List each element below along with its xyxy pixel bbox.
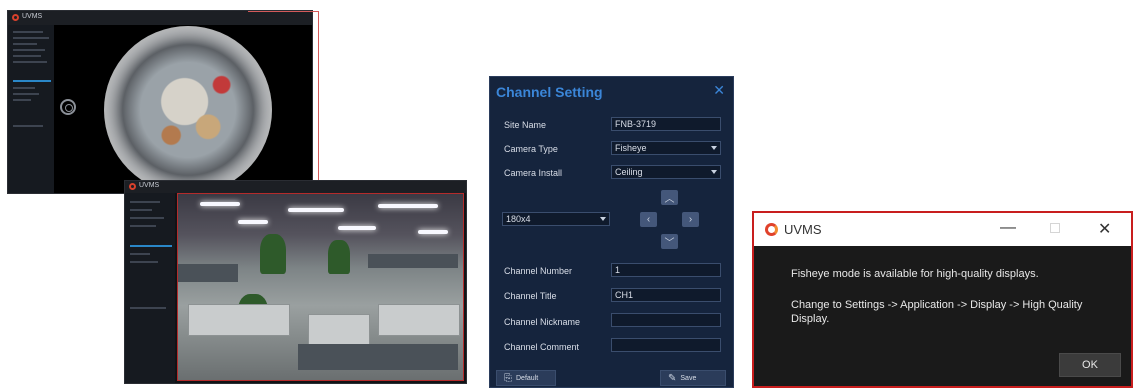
edit-icon: ✎ xyxy=(668,372,677,384)
view-mode-select[interactable]: 180x4 xyxy=(502,212,610,226)
dialog-title: Channel Setting xyxy=(496,84,603,100)
ptz-up-button[interactable]: ︿ xyxy=(661,190,678,205)
dewarped-view-window: UVMS xyxy=(124,180,467,384)
device-tree-sidebar[interactable] xyxy=(8,25,55,193)
device-tree-sidebar[interactable] xyxy=(125,193,175,383)
ok-button[interactable]: OK xyxy=(1059,353,1121,377)
site-name-label: Site Name xyxy=(504,120,547,130)
channel-comment-label: Channel Comment xyxy=(504,342,580,352)
ptz-icon[interactable] xyxy=(60,99,76,115)
dialog-titlebar: UVMS — ✕ xyxy=(754,213,1131,246)
uvms-logo-icon xyxy=(765,223,778,236)
camera-type-select[interactable]: Fisheye xyxy=(611,141,721,155)
maximize-icon xyxy=(1050,223,1060,233)
channel-comment-input[interactable] xyxy=(611,338,721,352)
camera-install-select[interactable]: Ceiling xyxy=(611,165,721,179)
channel-number-input[interactable]: 1 xyxy=(611,263,721,277)
channel-title-input[interactable]: CH1 xyxy=(611,288,721,302)
ptz-down-button[interactable]: ﹀ xyxy=(661,234,678,249)
message-text-line2: Change to Settings -> Application -> Dis… xyxy=(791,299,1083,325)
dialog-app-title: UVMS xyxy=(784,222,822,237)
channel-title-label: Channel Title xyxy=(504,291,557,301)
view-mode-value: 180x4 xyxy=(506,214,531,224)
uvms-logo-icon xyxy=(129,183,136,190)
channel-nickname-label: Channel Nickname xyxy=(504,317,581,327)
chevron-down-icon xyxy=(711,146,717,150)
site-name-input[interactable]: FNB-3719 xyxy=(611,117,721,131)
channel-setting-dialog: Channel Setting ✕ Site Name FNB-3719 Cam… xyxy=(489,76,734,388)
camera-type-label: Camera Type xyxy=(504,144,558,154)
minimize-icon[interactable]: — xyxy=(1000,219,1016,237)
fisheye-image xyxy=(104,26,272,193)
camera-install-value: Ceiling xyxy=(615,167,643,177)
camera-install-label: Camera Install xyxy=(504,168,563,178)
chevron-down-icon xyxy=(711,170,717,174)
save-button[interactable]: ✎ Save xyxy=(660,370,726,386)
uvms-logo-icon xyxy=(12,14,19,21)
highlight-frame xyxy=(248,11,319,189)
close-icon[interactable]: ✕ xyxy=(713,82,725,99)
restore-icon: ⎘ xyxy=(504,372,512,384)
channel-number-label: Channel Number xyxy=(504,266,573,276)
camera-type-value: Fisheye xyxy=(615,143,647,153)
save-button-label: Save xyxy=(680,374,697,382)
message-text-line1: Fisheye mode is available for high-quali… xyxy=(791,268,1039,280)
ptz-left-button[interactable]: ‹ xyxy=(640,212,657,227)
close-icon[interactable]: ✕ xyxy=(1098,219,1111,239)
chevron-down-icon xyxy=(600,217,606,221)
default-button-label: Default xyxy=(516,374,539,382)
window-titlebar: UVMS xyxy=(125,181,466,193)
channel-nickname-input[interactable] xyxy=(611,313,721,327)
ptz-right-button[interactable]: › xyxy=(682,212,699,227)
app-logo-text: UVMS xyxy=(22,13,43,20)
app-logo-text: UVMS xyxy=(139,182,160,189)
uvms-message-dialog: UVMS — ✕ Fisheye mode is available for h… xyxy=(752,211,1133,388)
office-camera-image[interactable] xyxy=(177,193,464,381)
default-button[interactable]: ⎘ Default xyxy=(496,370,556,386)
